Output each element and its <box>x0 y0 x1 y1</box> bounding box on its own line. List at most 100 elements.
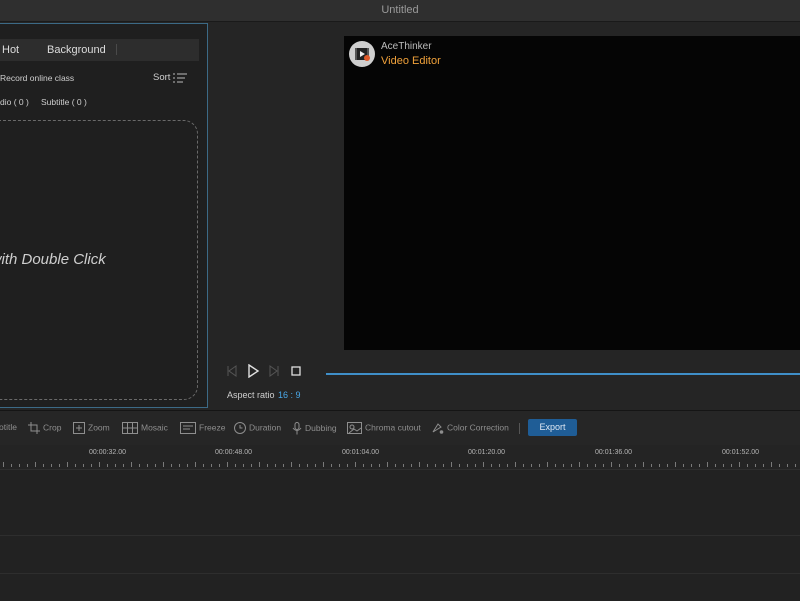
ruler-tick <box>3 462 4 467</box>
play-icon[interactable] <box>246 364 260 378</box>
ruler-tick <box>723 464 724 467</box>
dubbing-button[interactable]: Dubbing <box>292 422 337 435</box>
crop-label: Crop <box>43 422 62 433</box>
extra-track[interactable] <box>0 573 800 601</box>
zoom-button[interactable]: Zoom <box>73 422 110 434</box>
ruler-tick <box>179 464 180 467</box>
ruler-tick <box>43 464 44 467</box>
subtitle-button[interactable]: otitle <box>0 422 17 432</box>
window-title: Untitled <box>381 4 419 16</box>
ruler-tick <box>507 464 508 467</box>
tab-hot[interactable]: Hot <box>2 39 19 61</box>
ruler-tick <box>75 464 76 467</box>
ruler-tick <box>451 462 452 467</box>
mosaic-button[interactable]: Mosaic <box>122 422 168 434</box>
ruler-tick <box>499 464 500 467</box>
ruler-tick <box>187 464 188 467</box>
ruler-tick <box>291 462 292 467</box>
ruler-tick <box>731 464 732 467</box>
color-correction-button[interactable]: Color Correction <box>431 422 509 434</box>
color-icon <box>432 423 444 434</box>
filter-subtitle[interactable]: Subtitle ( 0 ) <box>41 97 87 107</box>
ruler-tick <box>651 464 652 467</box>
video-preview[interactable]: AceThinker Video Editor <box>344 36 800 350</box>
ruler-tick <box>699 464 700 467</box>
ruler-tick <box>579 462 580 467</box>
chroma-cutout-button[interactable]: Chroma cutout <box>347 422 421 434</box>
ruler-tick <box>195 462 196 467</box>
timeline-mark: 00:00:48.00 <box>215 449 252 456</box>
freeze-icon <box>180 422 196 434</box>
ruler-tick <box>115 464 116 467</box>
ruler-tick <box>779 464 780 467</box>
library-tab-bar: Hot Background <box>0 39 199 61</box>
ruler-tick <box>11 464 12 467</box>
tab-background[interactable]: Background <box>47 39 106 61</box>
ruler-tick <box>307 464 308 467</box>
ruler-tick <box>27 464 28 467</box>
ruler-tick <box>219 464 220 467</box>
ruler-tick <box>667 464 668 467</box>
ruler-tick <box>99 462 100 467</box>
freeze-button[interactable]: Freeze <box>180 422 225 434</box>
filter-audio[interactable]: dio ( 0 ) <box>0 97 29 107</box>
ruler-tick <box>435 464 436 467</box>
ruler-tick <box>107 464 108 467</box>
timeline-mark: 00:01:20.00 <box>468 449 505 456</box>
aspect-ratio-label: Aspect ratio <box>227 390 275 400</box>
ruler-tick <box>267 464 268 467</box>
ruler-tick <box>35 462 36 467</box>
previous-frame-icon[interactable] <box>226 365 238 377</box>
mosaic-label: Mosaic <box>141 422 168 433</box>
ruler-tick <box>635 464 636 467</box>
ruler-tick <box>475 464 476 467</box>
ruler-tick <box>595 464 596 467</box>
export-button[interactable]: Export <box>528 419 577 436</box>
ruler-tick <box>571 464 572 467</box>
ruler-tick <box>251 464 252 467</box>
playback-progress-bar[interactable] <box>326 373 800 375</box>
ruler-tick <box>339 464 340 467</box>
ruler-tick <box>611 462 612 467</box>
ruler-tick <box>83 464 84 467</box>
ruler-tick <box>795 464 796 467</box>
record-online-class-link[interactable]: Record online class <box>0 73 74 83</box>
ruler-tick <box>235 464 236 467</box>
edit-toolbar: otitle Crop Zoom Mosaic Freeze Duration <box>0 410 800 445</box>
crop-button[interactable]: Crop <box>28 422 61 434</box>
ruler-tick <box>523 464 524 467</box>
ruler-tick <box>131 462 132 467</box>
duration-button[interactable]: Duration <box>234 422 281 434</box>
ruler-tick <box>315 464 316 467</box>
ruler-tick <box>91 464 92 467</box>
ruler-tick <box>427 464 428 467</box>
ruler-tick <box>347 464 348 467</box>
ruler-tick <box>331 464 332 467</box>
ruler-tick <box>459 464 460 467</box>
ruler-tick <box>755 464 756 467</box>
stop-icon[interactable] <box>290 365 302 377</box>
sort-icon[interactable] <box>173 73 187 83</box>
ruler-tick <box>395 464 396 467</box>
video-track[interactable] <box>0 469 800 536</box>
audio-track[interactable] <box>0 535 800 574</box>
aspect-ratio-value[interactable]: 16 : 9 <box>278 390 301 400</box>
zoom-label: Zoom <box>88 422 110 433</box>
next-frame-icon[interactable] <box>268 365 280 377</box>
crop-icon <box>28 422 40 434</box>
ruler-tick <box>211 464 212 467</box>
app-logo-icon <box>349 41 375 67</box>
ruler-tick <box>283 464 284 467</box>
ruler-tick <box>123 464 124 467</box>
media-library-panel: Hot Background Record online class Sort … <box>0 23 208 408</box>
freeze-label: Freeze <box>199 422 226 433</box>
ruler-tick <box>627 464 628 467</box>
timeline-ruler[interactable]: 00:00:32.00 00:00:48.00 00:01:04.00 00:0… <box>0 445 800 469</box>
sort-button[interactable]: Sort <box>153 72 170 83</box>
ruler-tick <box>243 464 244 467</box>
clock-icon <box>234 422 246 434</box>
mosaic-icon <box>122 422 138 434</box>
ruler-tick <box>547 462 548 467</box>
preview-panel: AceThinker Video Editor Aspect ratio 16 … <box>212 23 800 408</box>
ruler-tick <box>355 462 356 467</box>
